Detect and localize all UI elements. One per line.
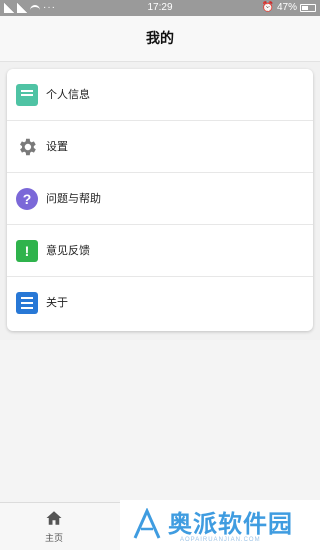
status-bar: ··· 17:29 ⏰ 47%: [0, 0, 320, 16]
watermark: 奥派软件园 AOPAIRUANJIAN.COM: [120, 500, 320, 550]
menu-card: 个人信息 设置 ? 问题与帮助 ! 意见反馈 关于: [7, 69, 313, 331]
alarm-icon: ⏰: [261, 2, 274, 13]
about-icon: [16, 292, 38, 314]
tab-home-label: 主页: [44, 534, 63, 544]
menu-item-label: 关于: [46, 296, 68, 309]
content-area: [0, 340, 320, 502]
watermark-text: 奥派软件园: [168, 510, 293, 538]
menu-item-about[interactable]: 关于: [7, 277, 313, 329]
feedback-icon: !: [16, 240, 38, 262]
menu-item-feedback[interactable]: ! 意见反馈: [7, 225, 313, 277]
watermark-logo-icon: [133, 508, 161, 539]
menu-item-help[interactable]: ? 问题与帮助: [7, 173, 313, 225]
help-icon: ?: [16, 188, 38, 210]
menu-item-personal-info[interactable]: 个人信息: [7, 69, 313, 121]
battery-percent: 47%: [276, 2, 297, 13]
menu-item-label: 设置: [46, 140, 68, 153]
battery-icon: [300, 3, 316, 12]
personal-info-icon: [16, 84, 38, 106]
home-icon: [46, 511, 62, 525]
menu-item-label: 问题与帮助: [46, 192, 101, 205]
watermark-subtext: AOPAIRUANJIAN.COM: [180, 537, 261, 543]
menu-item-settings[interactable]: 设置: [7, 121, 313, 173]
menu-item-label: 意见反馈: [46, 244, 90, 257]
status-right: ⏰ 47%: [262, 2, 316, 13]
page-title: 我的: [0, 16, 320, 62]
tab-home[interactable]: 主页: [28, 509, 80, 544]
menu-item-label: 个人信息: [46, 88, 90, 101]
gear-icon: [20, 138, 36, 156]
